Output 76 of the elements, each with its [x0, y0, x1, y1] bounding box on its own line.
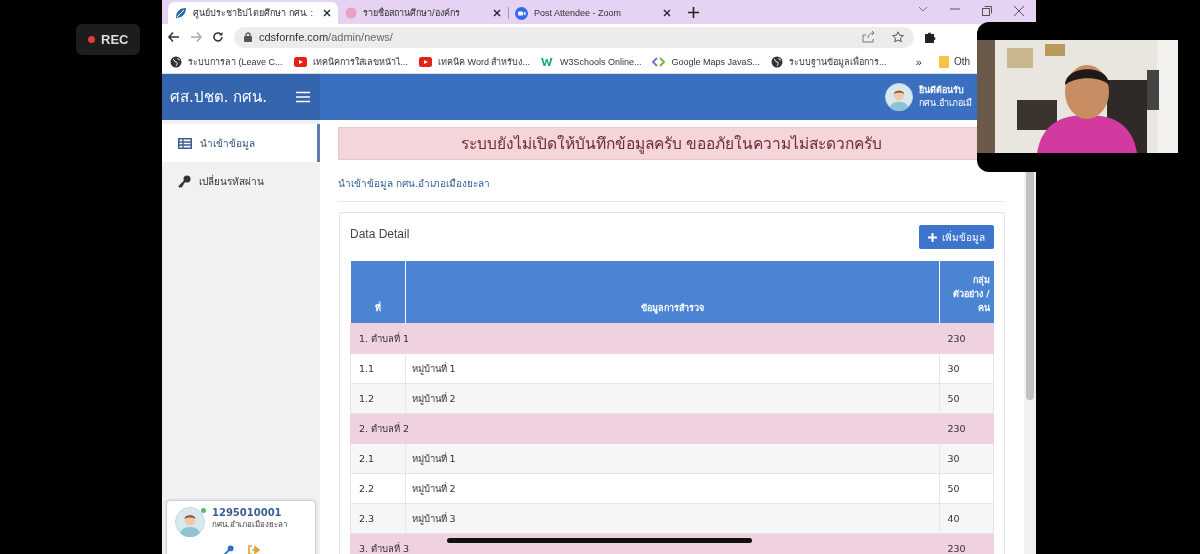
breadcrumb: นำเข้าข้อมูล กศน.อำเภอเมืองยะลา	[338, 176, 1005, 202]
user-id: 1295010001	[212, 507, 283, 518]
url-text: cdsfornfe.com/admin/news/	[259, 31, 393, 43]
restore-icon[interactable]	[982, 6, 992, 16]
more-bookmarks[interactable]: »	[915, 55, 922, 68]
bookmark[interactable]: เทคนิคการใส่เลขหน้าไ...	[293, 52, 409, 71]
bookmark[interactable]: Google Maps JavaS...	[652, 54, 760, 69]
browser-tab[interactable]: Post Attendee - Zoom	[508, 2, 678, 24]
star-icon[interactable]	[892, 31, 904, 43]
table-cell: 30	[939, 443, 994, 474]
browser-tab[interactable]: รายชื่อสถานศึกษา/องค์กร	[338, 2, 508, 24]
bookmark[interactable]: ระบบการลา (Leave C...	[170, 52, 283, 71]
puzzle-icon[interactable]	[924, 31, 936, 43]
camera-icon	[515, 6, 528, 20]
table-cell: 2.1	[350, 443, 405, 474]
table-icon	[178, 137, 192, 149]
group-cell: 1. ตำบลที่ 1	[350, 323, 939, 354]
close-icon[interactable]	[493, 9, 501, 17]
avatar-icon	[885, 83, 914, 111]
globe-icon	[771, 55, 783, 68]
reload-icon[interactable]	[212, 31, 224, 43]
globe-icon	[170, 55, 182, 68]
menu-icon[interactable]	[296, 91, 310, 103]
lock-icon	[244, 32, 252, 42]
key-icon[interactable]	[222, 545, 234, 554]
table-cell: 230	[939, 413, 994, 444]
scrollbar[interactable]	[1024, 172, 1036, 554]
leaf-icon	[175, 7, 187, 19]
user-unit: กศน.อำเภอเมืองยะลา	[212, 519, 288, 531]
table-cell: 50	[939, 473, 994, 504]
share-icon[interactable]	[862, 31, 875, 43]
recording-badge: REC	[76, 24, 141, 55]
avatar-icon	[175, 507, 205, 537]
back-icon[interactable]	[168, 31, 180, 43]
add-data-button[interactable]: เพิ่มข้อมูล	[919, 225, 994, 249]
table-cell: 1.2	[350, 383, 405, 414]
folder-icon	[938, 55, 949, 68]
column-header: ข้อมูลการสำรวจ	[405, 261, 939, 324]
play-icon	[419, 56, 433, 67]
user-unit: กศน.อำเภอเมื	[919, 97, 972, 110]
address-bar[interactable]: cdsfornfe.com/admin/news/	[234, 26, 914, 48]
table-cell: 2.2	[350, 473, 405, 504]
column-header: กลุ่มตัวอย่าง / คน	[939, 261, 994, 324]
table-cell: 40	[939, 503, 994, 534]
bookmark[interactable]: ระบบฐานข้อมูลเพื่อการ...	[771, 52, 887, 71]
w3-icon	[540, 56, 554, 67]
new-tab-icon[interactable]	[688, 7, 699, 18]
sidebar-item[interactable]: นำเข้าข้อมูล	[162, 124, 320, 162]
table-cell: หมู่บ้านที่ 2	[405, 473, 939, 504]
close-icon[interactable]	[323, 9, 331, 17]
column-header: ที่	[350, 261, 405, 324]
close-icon[interactable]	[663, 9, 671, 17]
table-cell: 230	[939, 323, 994, 354]
card-title: Data Detail	[350, 227, 410, 241]
group-cell: 2. ตำบลที่ 2	[350, 413, 939, 444]
bookmark[interactable]: เทคนิค Word สำหรับง...	[419, 52, 530, 71]
table-cell: 2.3	[350, 503, 405, 534]
table-cell: หมู่บ้านที่ 3	[405, 503, 939, 534]
table-cell: หมู่บ้านที่ 1	[405, 353, 939, 384]
table-cell: 50	[939, 383, 994, 414]
circle-icon	[345, 7, 357, 19]
chevron-down-icon[interactable]	[918, 6, 928, 12]
bookmark[interactable]: W3Schools Online...	[540, 54, 642, 69]
table-cell: หมู่บ้านที่ 1	[405, 443, 939, 474]
code-icon	[652, 56, 666, 67]
play-icon	[293, 56, 307, 67]
browser-tab[interactable]: ศูนย์ประชาธิปไตยศึกษา กศน. :	[168, 2, 338, 24]
sidebar-item[interactable]: เปลี่ยนรหัสผ่าน	[162, 162, 320, 200]
app-brand: ศส.ปชต. กศน.	[170, 87, 268, 108]
table-cell: หมู่บ้านที่ 2	[405, 383, 939, 414]
welcome-text: ยินดีต้อนรับ	[919, 84, 966, 97]
plus-icon	[928, 232, 937, 242]
key-icon	[178, 174, 191, 188]
bookmark-folder[interactable]: Oth	[953, 56, 970, 67]
table-cell: 30	[939, 353, 994, 384]
table-cell: 1.1	[350, 353, 405, 384]
